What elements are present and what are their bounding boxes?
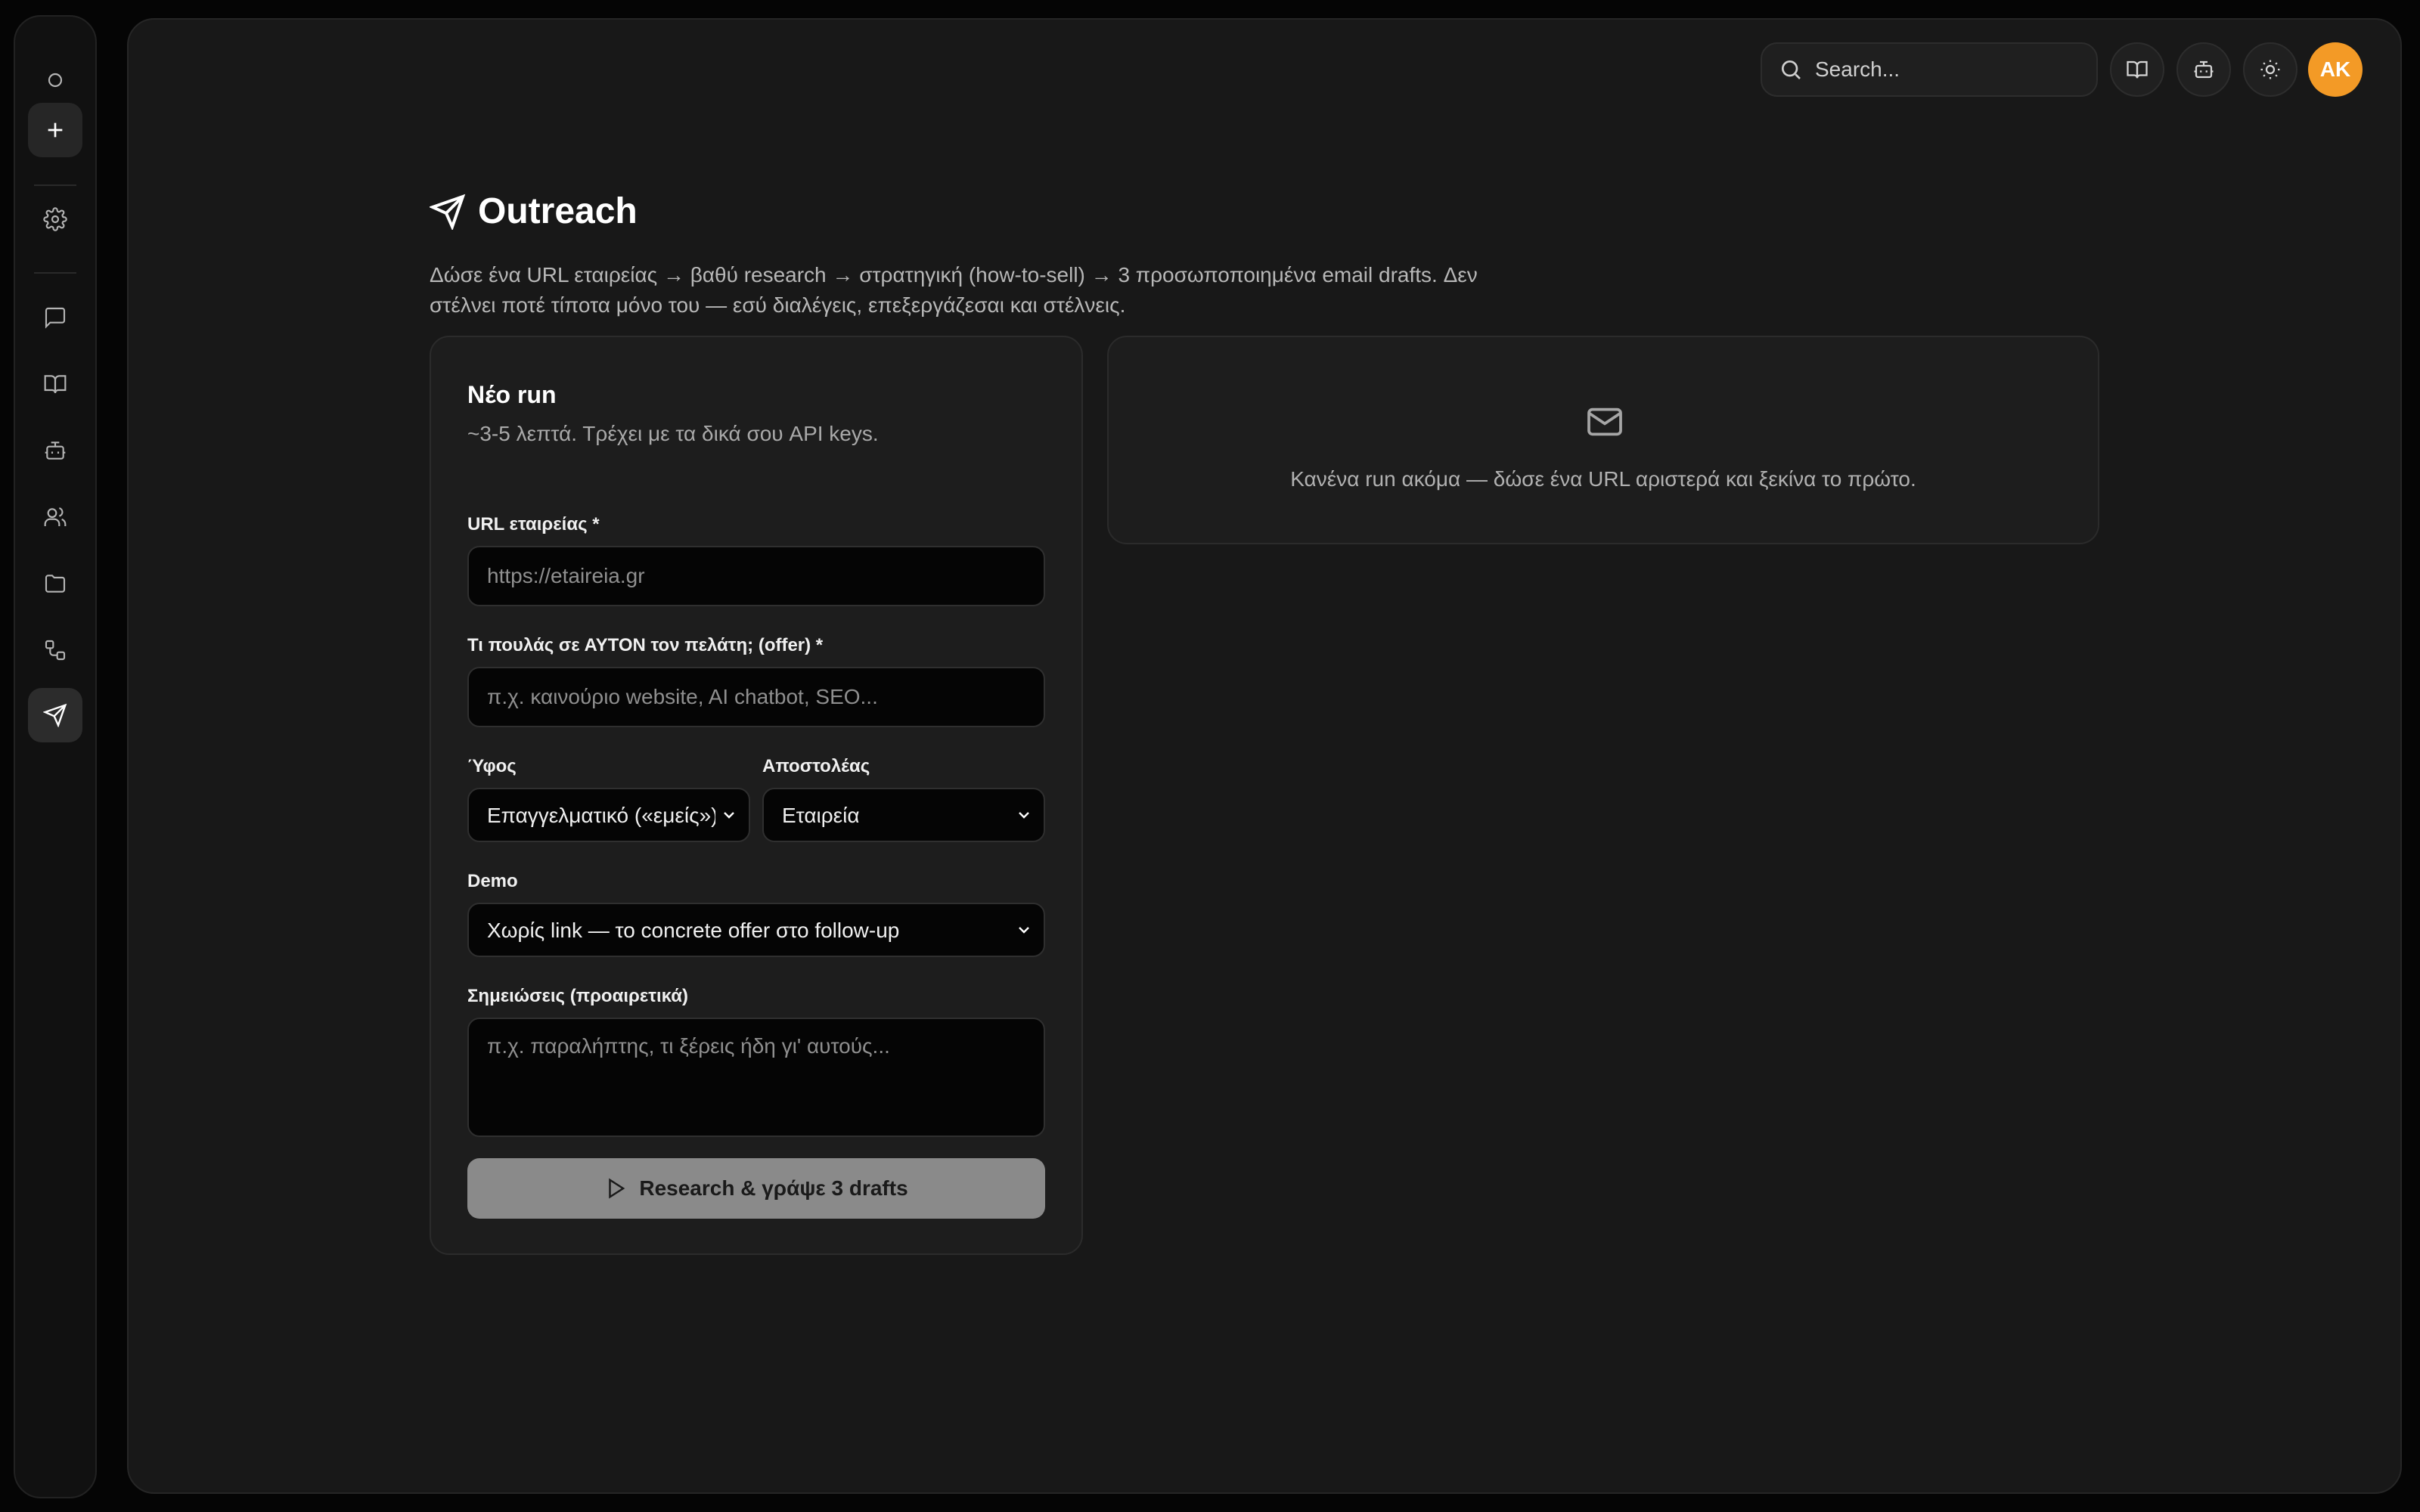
demo-select[interactable]: Χωρίς link — το concrete offer στο follo… [467,903,1045,957]
chat-icon [45,307,66,329]
demo-label: Demo [467,871,518,891]
offer-label: Τι πουλάς σε ΑΥΤΟΝ τον πελάτη; (offer) * [467,635,824,655]
url-input[interactable] [467,546,1045,606]
bot-icon [2194,60,2214,79]
play-icon [609,1178,625,1199]
submit-label: Research & γράψε 3 drafts [639,1176,908,1200]
sidebar-item-new[interactable] [28,103,82,157]
avatar[interactable]: AK [2308,42,2363,97]
theme-toggle[interactable] [2243,42,2297,97]
sun-icon [2260,60,2280,79]
send-icon [43,703,67,727]
notes-textarea[interactable] [467,1018,1045,1137]
sidebar-item-circle[interactable] [28,53,82,107]
book-icon [2127,60,2148,79]
sidebar-divider [34,272,76,274]
circle-icon [48,73,63,88]
card-title: Νέο run [467,381,557,408]
bot-icon [45,442,66,460]
send-icon [430,194,466,230]
folder-icon [45,575,66,593]
sidebar-item-contacts[interactable] [28,490,82,544]
mail-icon [1587,407,1622,436]
sidebar-item-knowledge[interactable] [28,357,82,411]
sidebar-item-agents[interactable] [28,423,82,478]
search-box[interactable] [1761,42,2098,97]
sender-label: Αποστολέας [762,756,870,776]
url-label: URL εταιρείας * [467,514,600,534]
sender-select[interactable]: Εταιρεία [762,788,1045,842]
page-description: Δώσε ένα URL εταιρείας → βαθύ research →… [430,263,1478,317]
gear-icon [43,207,67,231]
research-submit-button[interactable]: Research & γράψε 3 drafts [467,1158,1045,1219]
page-title: Outreach [430,191,638,232]
sidebar [14,15,97,1498]
offer-input[interactable] [467,667,1045,727]
sidebar-item-chat[interactable] [28,290,82,345]
book-icon [44,375,67,394]
sender-select-wrap: Εταιρεία [762,788,1045,842]
sidebar-item-settings[interactable] [28,192,82,246]
plus-icon [48,122,63,138]
main-panel: AK Outreach Δώσε ένα URL εταιρείας → βαθ… [127,18,2402,1494]
tone-select[interactable]: Επαγγελματικό («εμείς») [467,788,750,842]
new-run-card: Νέο run ~3-5 λεπτά. Τρέχει με τα δικά σο… [430,336,1083,1255]
empty-state-text: Κανένα run ακόμα — δώσε ένα URL αριστερά… [1290,467,1916,491]
sidebar-item-outreach[interactable] [28,688,82,742]
demo-select-wrap: Χωρίς link — το concrete offer στο follo… [467,903,1045,957]
page-title-text: Outreach [478,191,638,231]
tone-label: Ύφος [467,756,517,776]
notes-label: Σημειώσεις (προαιρετικά) [467,986,688,1006]
search-icon [1782,60,1801,79]
card-subtitle: ~3-5 λεπτά. Τρέχει με τα δικά σου API ke… [467,422,879,445]
users-icon [44,507,67,526]
workflow-icon [45,640,66,661]
sidebar-divider [34,184,76,186]
sidebar-item-files[interactable] [28,556,82,611]
docs-button[interactable] [2110,42,2164,97]
sidebar-item-workflows[interactable] [28,623,82,677]
search-input[interactable] [1815,57,2087,82]
tone-select-wrap: Επαγγελματικό («εμείς») [467,788,750,842]
runs-empty-state: Κανένα run ακόμα — δώσε ένα URL αριστερά… [1107,336,2099,544]
assistant-button[interactable] [2176,42,2231,97]
